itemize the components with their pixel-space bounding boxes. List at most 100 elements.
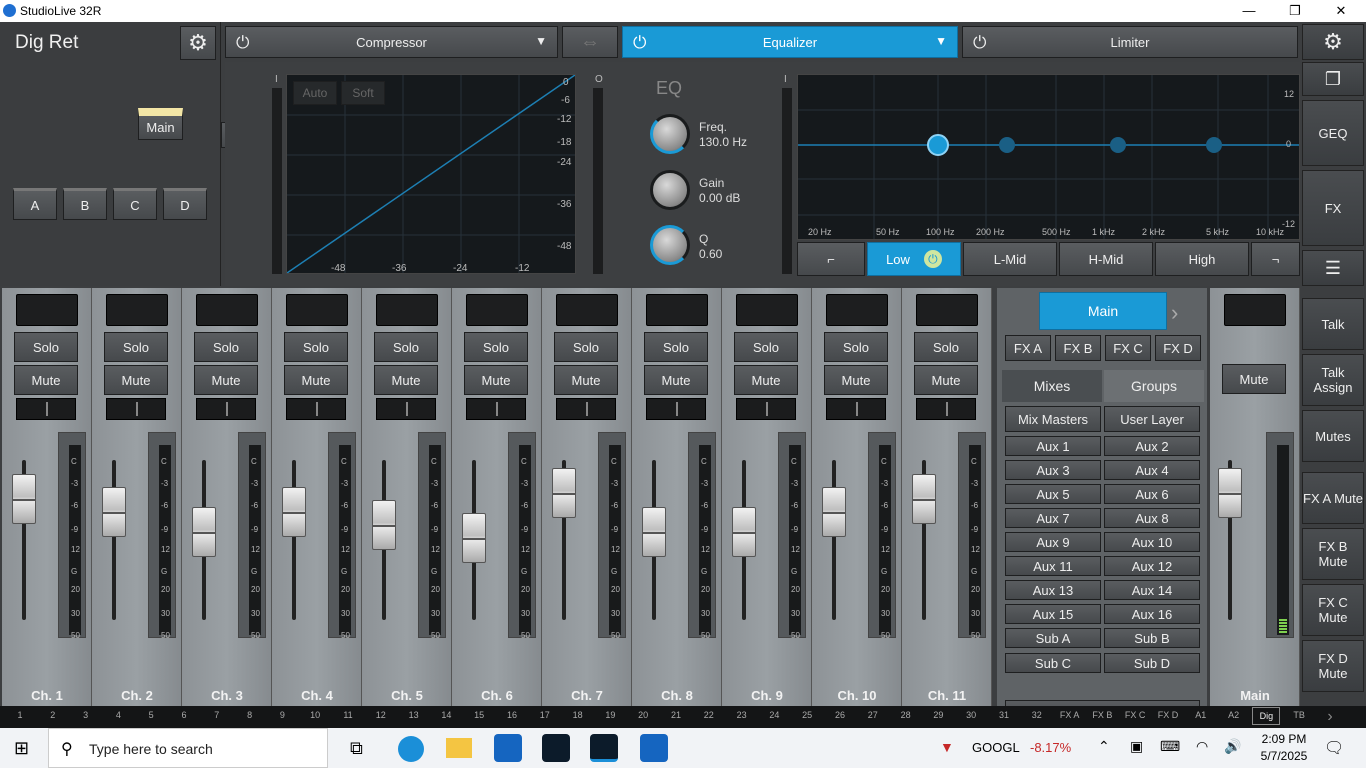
pan-control[interactable]	[826, 398, 886, 420]
fx-b-mute-button[interactable]: FX B Mute	[1302, 528, 1364, 580]
nav-channel-5[interactable]: 5	[137, 710, 165, 720]
geq-button[interactable]: GEQ	[1302, 100, 1364, 166]
nav-channel-27[interactable]: 27	[859, 710, 887, 720]
nav-channel-4[interactable]: 4	[104, 710, 132, 720]
mute-button[interactable]: Mute	[644, 365, 708, 395]
assign-d-button[interactable]: D	[163, 188, 207, 220]
nav-channel-tb[interactable]: TB	[1285, 710, 1313, 720]
chevron-down-icon[interactable]: ▼	[535, 34, 547, 48]
aux-mix-button[interactable]: Sub B	[1104, 628, 1200, 648]
pan-control[interactable]	[16, 398, 76, 420]
assign-main-button[interactable]: Main	[138, 108, 183, 140]
wifi-icon[interactable]: ◠	[1196, 738, 1208, 755]
assign-a-button[interactable]: A	[13, 188, 57, 220]
channel-fader[interactable]	[552, 468, 576, 518]
aux-mix-button[interactable]: Aux 13	[1005, 580, 1101, 600]
solo-button[interactable]: Solo	[104, 332, 168, 362]
fx-b-button[interactable]: FX B	[1055, 335, 1101, 361]
fx-a-button[interactable]: FX A	[1005, 335, 1051, 361]
auto-button[interactable]: Auto	[293, 81, 337, 105]
fx-c-mute-button[interactable]: FX C Mute	[1302, 584, 1364, 636]
nav-channel-19[interactable]: 19	[596, 710, 624, 720]
app-icon-4[interactable]	[640, 734, 668, 762]
assign-b-button[interactable]: B	[63, 188, 107, 220]
user-layer-button[interactable]: User Layer	[1104, 406, 1200, 432]
fx-d-button[interactable]: FX D	[1155, 335, 1201, 361]
channel-fader[interactable]	[102, 487, 126, 537]
mute-button[interactable]: Mute	[824, 365, 888, 395]
aux-mix-button[interactable]: Sub D	[1104, 653, 1200, 673]
volume-icon[interactable]: 🔊	[1224, 738, 1241, 755]
channel-fader[interactable]	[822, 487, 846, 537]
main-mute-button[interactable]: Mute	[1222, 364, 1286, 394]
minimize-button[interactable]: —	[1226, 0, 1272, 22]
compressor-header[interactable]: ⏻ Compressor ▼	[225, 26, 558, 58]
high-cut-icon[interactable]: ¬	[1251, 242, 1300, 276]
nav-channel-a2[interactable]: A2	[1220, 710, 1248, 720]
nav-channel-fx-d[interactable]: FX D	[1154, 710, 1182, 720]
equalizer-header[interactable]: ⏻ Equalizer ▼	[622, 26, 958, 58]
aux-mix-button[interactable]: Aux 15	[1005, 604, 1101, 624]
mute-button[interactable]: Mute	[194, 365, 258, 395]
nav-channel-24[interactable]: 24	[760, 710, 788, 720]
nav-channel-10[interactable]: 10	[301, 710, 329, 720]
nav-channel-18[interactable]: 18	[564, 710, 592, 720]
band-hmid-button[interactable]: H-Mid	[1059, 242, 1153, 276]
nav-channel-28[interactable]: 28	[892, 710, 920, 720]
aux-mix-button[interactable]: Aux 14	[1104, 580, 1200, 600]
nav-channel-8[interactable]: 8	[236, 710, 264, 720]
band-lmid-button[interactable]: L-Mid	[963, 242, 1057, 276]
clock-time[interactable]: 2:09 PM	[1256, 732, 1312, 746]
nav-channel-1[interactable]: 1	[6, 710, 34, 720]
freq-knob[interactable]	[650, 114, 690, 154]
nav-channel-21[interactable]: 21	[662, 710, 690, 720]
nav-channel-fx-a[interactable]: FX A	[1056, 710, 1084, 720]
fx-d-mute-button[interactable]: FX D Mute	[1302, 640, 1364, 692]
channel-fader[interactable]	[912, 474, 936, 524]
chevron-right-icon[interactable]: ›	[1310, 708, 1350, 726]
mute-button[interactable]: Mute	[374, 365, 438, 395]
low-cut-icon[interactable]: ⌐	[797, 242, 865, 276]
notification-icon[interactable]: 🗨	[1324, 738, 1344, 758]
app-icon-2[interactable]	[542, 734, 570, 762]
power-icon[interactable]: ⏻	[923, 250, 942, 268]
nav-channel-3[interactable]: 3	[72, 710, 100, 720]
nav-channel-fx-c[interactable]: FX C	[1121, 710, 1149, 720]
mute-button[interactable]: Mute	[104, 365, 168, 395]
mix-masters-button[interactable]: Mix Masters	[1005, 406, 1101, 432]
band-high-button[interactable]: High	[1155, 242, 1249, 276]
aux-mix-button[interactable]: Aux 9	[1005, 532, 1101, 552]
fx-a-mute-button[interactable]: FX A Mute	[1302, 472, 1364, 524]
nav-channel-9[interactable]: 9	[268, 710, 296, 720]
aux-mix-button[interactable]: Aux 5	[1005, 484, 1101, 504]
assign-c-button[interactable]: C	[113, 188, 157, 220]
solo-button[interactable]: Solo	[194, 332, 258, 362]
nav-channel-30[interactable]: 30	[957, 710, 985, 720]
pan-control[interactable]	[196, 398, 256, 420]
fx-button[interactable]: FX	[1302, 170, 1364, 246]
search-box[interactable]: ⚲ Type here to search	[48, 728, 328, 768]
pan-control[interactable]	[376, 398, 436, 420]
nav-channel-23[interactable]: 23	[728, 710, 756, 720]
main-mix-button[interactable]: Main	[1039, 292, 1167, 330]
channel-fader[interactable]	[192, 507, 216, 557]
solo-button[interactable]: Solo	[554, 332, 618, 362]
app-icon-1[interactable]	[494, 734, 522, 762]
pan-control[interactable]	[916, 398, 976, 420]
power-icon[interactable]: ⏻	[973, 33, 986, 53]
aux-mix-button[interactable]: Sub C	[1005, 653, 1101, 673]
aux-mix-button[interactable]: Aux 1	[1005, 436, 1101, 456]
fx-c-button[interactable]: FX C	[1105, 335, 1151, 361]
solo-button[interactable]: Solo	[914, 332, 978, 362]
aux-mix-button[interactable]: Aux 4	[1104, 460, 1200, 480]
aux-mix-button[interactable]: Aux 8	[1104, 508, 1200, 528]
app-icon-3[interactable]	[590, 734, 618, 762]
pan-control[interactable]	[286, 398, 346, 420]
solo-button[interactable]: Solo	[374, 332, 438, 362]
mute-button[interactable]: Mute	[14, 365, 78, 395]
pan-control[interactable]	[106, 398, 166, 420]
mute-button[interactable]: Mute	[734, 365, 798, 395]
aux-mix-button[interactable]: Aux 10	[1104, 532, 1200, 552]
windows-icon[interactable]: ❐	[1302, 62, 1364, 96]
tab-groups[interactable]: Groups	[1104, 370, 1204, 402]
